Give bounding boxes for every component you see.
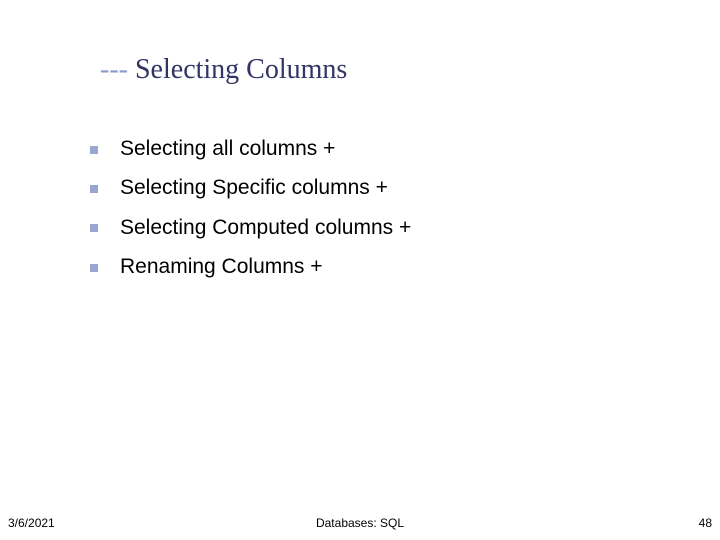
- list-item: Selecting all columns +: [90, 135, 650, 162]
- slide: --- Selecting Columns Selecting all colu…: [0, 0, 720, 540]
- title-text: Selecting Columns: [128, 54, 347, 85]
- list-item: Selecting Specific columns +: [90, 174, 650, 201]
- list-item: Selecting Computed columns +: [90, 214, 650, 241]
- bullet-icon: [90, 224, 98, 232]
- bullet-icon: [90, 185, 98, 193]
- bullet-icon: [90, 146, 98, 154]
- footer-center: Databases: SQL: [0, 516, 720, 530]
- bullet-text: Selecting all columns +: [120, 135, 335, 162]
- bullet-text: Renaming Columns +: [120, 253, 323, 280]
- slide-title: --- Selecting Columns: [100, 54, 347, 86]
- bullet-text: Selecting Specific columns +: [120, 174, 388, 201]
- footer-page-number: 48: [699, 516, 712, 530]
- bullet-text: Selecting Computed columns +: [120, 214, 411, 241]
- list-item: Renaming Columns +: [90, 253, 650, 280]
- bullet-icon: [90, 264, 98, 272]
- title-dashes: ---: [100, 54, 128, 85]
- bullet-list: Selecting all columns + Selecting Specif…: [90, 135, 650, 292]
